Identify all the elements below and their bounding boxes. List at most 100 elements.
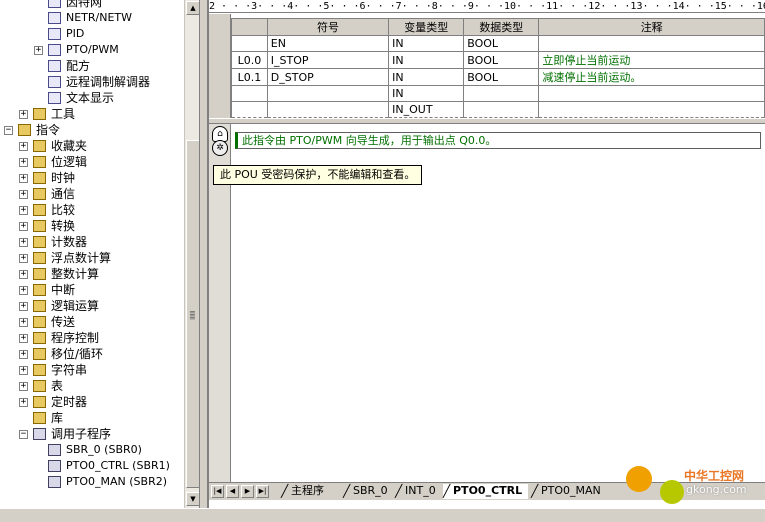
tab-main-program[interactable]: 主程序 bbox=[281, 484, 330, 499]
tree-item[interactable]: 因特网 bbox=[0, 0, 184, 10]
tree-item[interactable]: PTO0_MAN (SBR2) bbox=[0, 474, 184, 490]
tree-item[interactable]: + 程序控制 bbox=[0, 330, 184, 346]
cell-var-type[interactable]: IN bbox=[388, 51, 465, 69]
expand-icon[interactable]: + bbox=[19, 110, 28, 119]
cell-data-type[interactable] bbox=[463, 101, 540, 118]
cell-address[interactable] bbox=[231, 35, 268, 52]
table-row[interactable]: L0.0 I_STOP IN BOOL 立即停止当前运动 bbox=[231, 51, 765, 69]
tree-item[interactable]: + 传送 bbox=[0, 314, 184, 330]
tab-pto0-man[interactable]: PTO0_MAN bbox=[531, 484, 607, 499]
favorites-icon bbox=[33, 140, 46, 152]
code-area[interactable]: ⌂ ✲ 此指令由 PTO/PWM 向导生成，用于输出点 Q0.0。 此 POU … bbox=[209, 124, 765, 482]
tree-item[interactable]: + 位逻辑 bbox=[0, 154, 184, 170]
cell-data-type[interactable]: BOOL bbox=[463, 51, 540, 69]
cell-symbol[interactable]: D_STOP bbox=[266, 68, 390, 86]
cell-comment[interactable] bbox=[538, 35, 765, 52]
tab-int0[interactable]: INT_0 bbox=[395, 484, 442, 499]
tree-item[interactable]: + 移位/循环 bbox=[0, 346, 184, 362]
tree-item[interactable]: PTO0_CTRL (SBR1) bbox=[0, 458, 184, 474]
cell-symbol[interactable] bbox=[266, 101, 390, 118]
expand-icon[interactable]: + bbox=[19, 318, 28, 327]
tree-item[interactable]: + 转换 bbox=[0, 218, 184, 234]
expand-icon[interactable]: + bbox=[19, 238, 28, 247]
scroll-up-arrow-icon[interactable]: ▲ bbox=[186, 1, 199, 15]
table-row[interactable]: EN IN BOOL bbox=[231, 35, 765, 52]
tree-item-label: 位逻辑 bbox=[51, 155, 88, 169]
tree-item[interactable]: + 字符串 bbox=[0, 362, 184, 378]
cell-var-type[interactable]: IN_OUT bbox=[388, 101, 465, 118]
tree-scroll-thumb[interactable]: ═ ═ ═ bbox=[186, 140, 199, 488]
tab-pto0-ctrl[interactable]: PTO0_CTRL bbox=[443, 484, 529, 499]
cell-address[interactable]: L0.1 bbox=[231, 68, 268, 86]
tree-item[interactable]: + 工具 bbox=[0, 106, 184, 122]
first-tab-icon[interactable]: |◀ bbox=[211, 485, 224, 498]
expand-icon[interactable]: + bbox=[19, 142, 28, 151]
expand-icon[interactable]: + bbox=[19, 206, 28, 215]
tab-sbr0[interactable]: SBR_0 bbox=[343, 484, 394, 499]
tree-item[interactable]: PID bbox=[0, 26, 184, 42]
tree-item[interactable]: + 时钟 bbox=[0, 170, 184, 186]
expand-icon[interactable]: + bbox=[19, 158, 28, 167]
collapse-icon[interactable]: − bbox=[19, 430, 28, 439]
tree-item[interactable]: + 浮点数计算 bbox=[0, 250, 184, 266]
tree-item[interactable]: + 定时器 bbox=[0, 394, 184, 410]
cell-symbol[interactable]: EN bbox=[266, 35, 390, 52]
tree-item[interactable]: + 表 bbox=[0, 378, 184, 394]
tree-item[interactable]: + 计数器 bbox=[0, 234, 184, 250]
cell-data-type[interactable]: BOOL bbox=[463, 68, 540, 86]
cell-comment[interactable]: 减速停止当前运动。 bbox=[538, 68, 765, 86]
expand-icon[interactable]: + bbox=[19, 286, 28, 295]
cell-symbol[interactable] bbox=[266, 85, 390, 102]
tree-item[interactable]: + 比较 bbox=[0, 202, 184, 218]
program-comment[interactable]: 此指令由 PTO/PWM 向导生成，用于输出点 Q0.0。 bbox=[235, 132, 761, 149]
cell-var-type[interactable]: IN bbox=[388, 68, 465, 86]
expand-icon[interactable]: + bbox=[19, 254, 28, 263]
tree-item[interactable]: 配方 bbox=[0, 58, 184, 74]
tree-item[interactable]: NETR/NETW bbox=[0, 10, 184, 26]
cell-var-type[interactable]: IN bbox=[388, 35, 465, 52]
expand-icon[interactable]: + bbox=[19, 398, 28, 407]
scroll-down-arrow-icon[interactable]: ▼ bbox=[186, 492, 199, 506]
tree-item[interactable]: + 通信 bbox=[0, 186, 184, 202]
cell-data-type[interactable] bbox=[463, 85, 540, 102]
expand-icon[interactable]: + bbox=[19, 334, 28, 343]
expand-icon[interactable]: + bbox=[19, 222, 28, 231]
cell-address[interactable]: L0.0 bbox=[231, 51, 268, 69]
expand-icon[interactable]: + bbox=[19, 190, 28, 199]
tree-item[interactable]: + 中断 bbox=[0, 282, 184, 298]
tree-item[interactable]: + 收藏夹 bbox=[0, 138, 184, 154]
last-tab-icon[interactable]: ▶| bbox=[256, 485, 269, 498]
expand-icon[interactable]: + bbox=[19, 174, 28, 183]
collapse-icon[interactable]: − bbox=[4, 126, 13, 135]
expand-icon[interactable]: + bbox=[19, 366, 28, 375]
tree-item[interactable]: + PTO/PWM bbox=[0, 42, 184, 58]
tree-vertical-scrollbar[interactable]: ▲ ═ ═ ═ ▼ bbox=[184, 0, 199, 508]
cell-var-type[interactable]: IN bbox=[388, 85, 465, 102]
expand-icon[interactable]: + bbox=[19, 302, 28, 311]
tree-item[interactable]: SBR_0 (SBR0) bbox=[0, 442, 184, 458]
cell-comment[interactable] bbox=[538, 85, 765, 102]
tree-item[interactable]: + 逻辑运算 bbox=[0, 298, 184, 314]
cell-address[interactable] bbox=[231, 101, 268, 118]
tree-item[interactable]: − 指令 bbox=[0, 122, 184, 138]
tree-item-label: 字符串 bbox=[51, 363, 88, 377]
prev-tab-icon[interactable]: ◀ bbox=[226, 485, 239, 498]
tree-item[interactable]: + 整数计算 bbox=[0, 266, 184, 282]
cell-comment[interactable]: 立即停止当前运动 bbox=[538, 51, 765, 69]
table-row[interactable]: IN_OUT bbox=[231, 101, 765, 118]
tree-item[interactable]: − 调用子程序 bbox=[0, 426, 184, 442]
expand-icon[interactable]: + bbox=[19, 350, 28, 359]
cell-symbol[interactable]: I_STOP bbox=[266, 51, 390, 69]
table-row[interactable]: L0.1 D_STOP IN BOOL 减速停止当前运动。 bbox=[231, 68, 765, 86]
table-row[interactable]: IN bbox=[231, 85, 765, 102]
tree-item[interactable]: 远程调制解调器 bbox=[0, 74, 184, 90]
tree-item[interactable]: 库 bbox=[0, 410, 184, 426]
expand-icon[interactable]: + bbox=[19, 270, 28, 279]
tree-item[interactable]: 文本显示 bbox=[0, 90, 184, 106]
expand-icon[interactable]: + bbox=[19, 382, 28, 391]
cell-comment[interactable] bbox=[538, 101, 765, 118]
next-tab-icon[interactable]: ▶ bbox=[241, 485, 254, 498]
expand-icon[interactable]: + bbox=[34, 46, 43, 55]
cell-address[interactable] bbox=[231, 85, 268, 102]
cell-data-type[interactable]: BOOL bbox=[463, 35, 540, 52]
